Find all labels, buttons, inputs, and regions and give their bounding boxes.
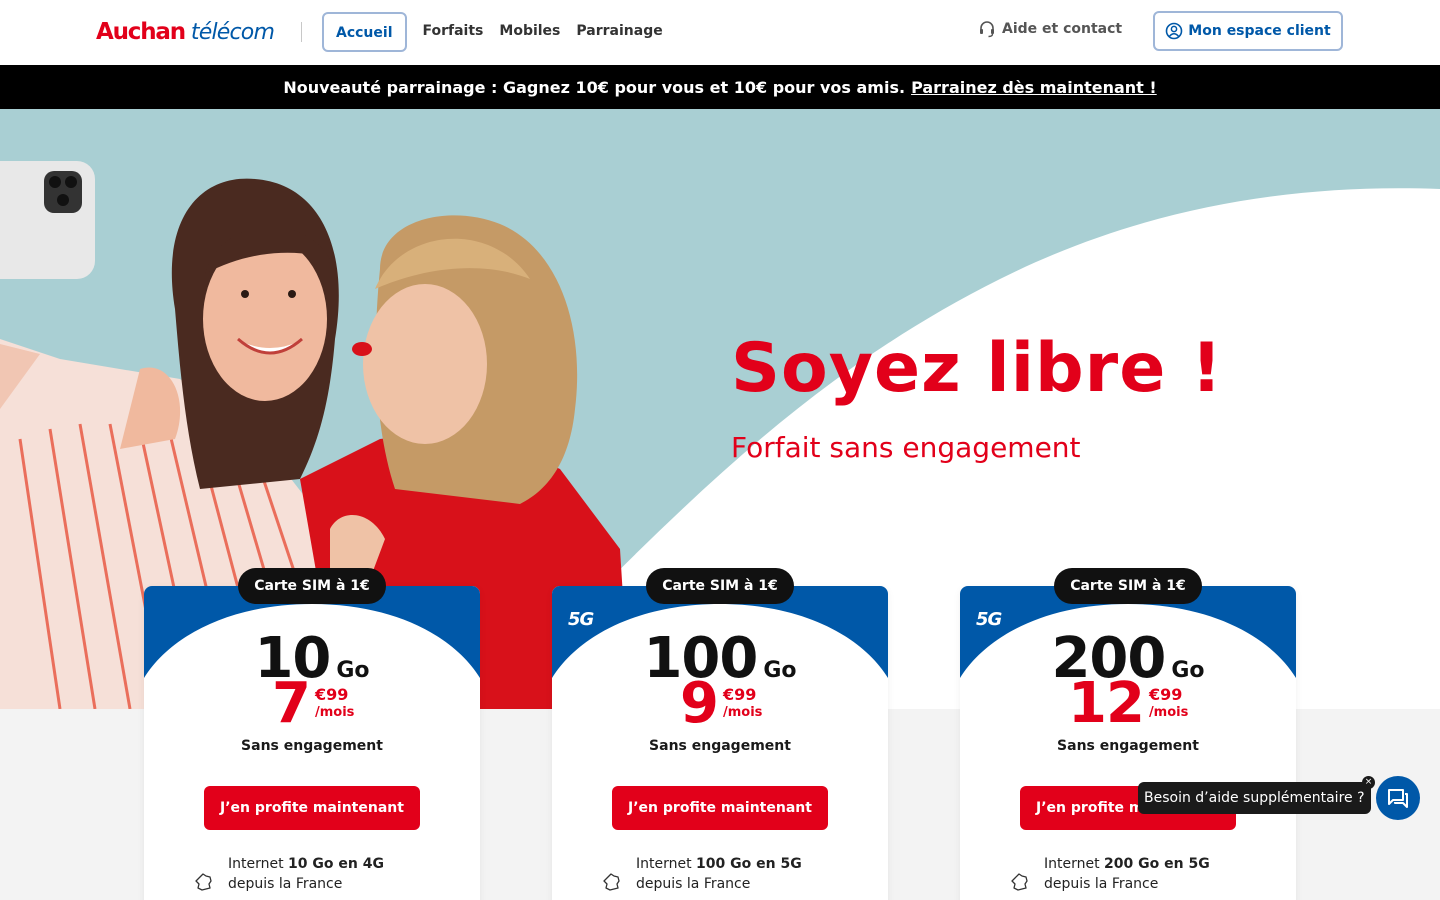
price-integer: 7 xyxy=(272,671,311,736)
chat-bubble-close-icon[interactable]: × xyxy=(1362,776,1375,789)
feature-prefix: Internet xyxy=(1044,856,1105,872)
feature-suffix: depuis la France xyxy=(1044,876,1159,892)
auchan-telecom-logo[interactable]: Auchan télécom xyxy=(96,17,275,47)
referral-banner-text: Nouveauté parrainage : Gagnez 10€ pour v… xyxy=(283,77,906,97)
price-integer: 9 xyxy=(680,671,719,736)
smartphone-illustration xyxy=(0,161,95,279)
offer-card-200go: 5G 200 Go 12 €99 /mois Sans engagement J’… xyxy=(960,586,1296,900)
nav-item-accueil[interactable]: Accueil xyxy=(322,12,407,52)
offer-price: 9 €99 /mois xyxy=(680,676,762,732)
nav-item-forfaits[interactable]: Forfaits xyxy=(415,12,492,52)
price-period: /mois xyxy=(722,705,763,720)
logo-primary-text: Auchan xyxy=(96,19,186,45)
nav-item-parrainage[interactable]: Parrainage xyxy=(568,12,670,52)
referral-banner-link[interactable]: Parrainez dès maintenant ! xyxy=(911,78,1157,97)
feature-suffix: depuis la France xyxy=(228,876,343,892)
feature-suffix: depuis la France xyxy=(636,876,751,892)
offer-cta-button[interactable]: J’en profite maintenant xyxy=(204,786,420,830)
data-unit: Go xyxy=(763,658,797,683)
feature-prefix: Internet xyxy=(228,856,289,872)
user-circle-icon xyxy=(1165,22,1183,40)
france-map-icon xyxy=(603,873,620,891)
hero-title: Soyez libre ! xyxy=(731,329,1224,408)
feature-prefix: Internet xyxy=(636,856,697,872)
offer-price: 12 €99 /mois xyxy=(1068,676,1188,732)
hero-subtitle: Forfait sans engagement xyxy=(731,431,1081,464)
offer-cta-button[interactable]: J’en profite maintenant xyxy=(612,786,828,830)
main-nav: Accueil Forfaits Mobiles Parrainage xyxy=(322,12,671,52)
customer-account-label: Mon espace client xyxy=(1188,23,1331,39)
help-contact-label: Aide et contact xyxy=(1002,21,1123,37)
feature-bold: 200 Go en 5G xyxy=(1104,856,1210,872)
commitment-label: Sans engagement xyxy=(241,738,383,754)
offer-card-10go: 10 Go 7 €99 /mois Sans engagement J’en pr… xyxy=(144,586,480,900)
commitment-label: Sans engagement xyxy=(1057,738,1199,754)
site-header: Auchan télécom Accueil Forfaits Mobiles … xyxy=(0,0,1440,65)
header-divider xyxy=(301,22,302,42)
offer-feature-internet: Internet 200 Go en 5G depuis la France xyxy=(1010,854,1210,894)
offer-feature-internet: Internet 10 Go en 4G depuis la France xyxy=(194,854,384,894)
customer-account-button[interactable]: Mon espace client xyxy=(1153,11,1343,51)
nav-item-mobiles[interactable]: Mobiles xyxy=(491,12,568,52)
feature-bold: 10 Go en 4G xyxy=(288,856,384,872)
logo-secondary-text: télécom xyxy=(190,19,275,45)
offer-2-sim-tag: Carte SIM à 1€ xyxy=(646,568,794,604)
offer-feature-internet: Internet 100 Go en 5G depuis la France xyxy=(602,854,802,894)
offer-1-sim-tag: Carte SIM à 1€ xyxy=(238,568,386,604)
commitment-label: Sans engagement xyxy=(649,738,791,754)
chat-icon xyxy=(1388,789,1408,808)
headset-icon xyxy=(980,21,994,38)
feature-bold: 100 Go en 5G xyxy=(696,856,802,872)
price-cents: €99 xyxy=(1148,685,1183,704)
chat-launcher-button[interactable] xyxy=(1376,776,1420,820)
referral-banner: Nouveauté parrainage : Gagnez 10€ pour v… xyxy=(0,65,1440,109)
offer-3-sim-tag: Carte SIM à 1€ xyxy=(1054,568,1202,604)
france-map-icon xyxy=(1011,873,1028,891)
price-period: /mois xyxy=(314,705,355,720)
price-cents: €99 xyxy=(722,685,757,704)
price-integer: 12 xyxy=(1068,671,1145,736)
help-contact-link[interactable]: Aide et contact xyxy=(978,20,1122,38)
france-map-icon xyxy=(195,873,212,891)
price-period: /mois xyxy=(1148,705,1189,720)
offer-card-100go: 5G 100 Go 9 €99 /mois Sans engagement J’e… xyxy=(552,586,888,900)
chat-help-bubble[interactable]: Besoin d’aide supplémentaire ? xyxy=(1138,782,1371,814)
price-cents: €99 xyxy=(314,685,349,704)
offer-price: 7 €99 /mois xyxy=(272,676,354,732)
